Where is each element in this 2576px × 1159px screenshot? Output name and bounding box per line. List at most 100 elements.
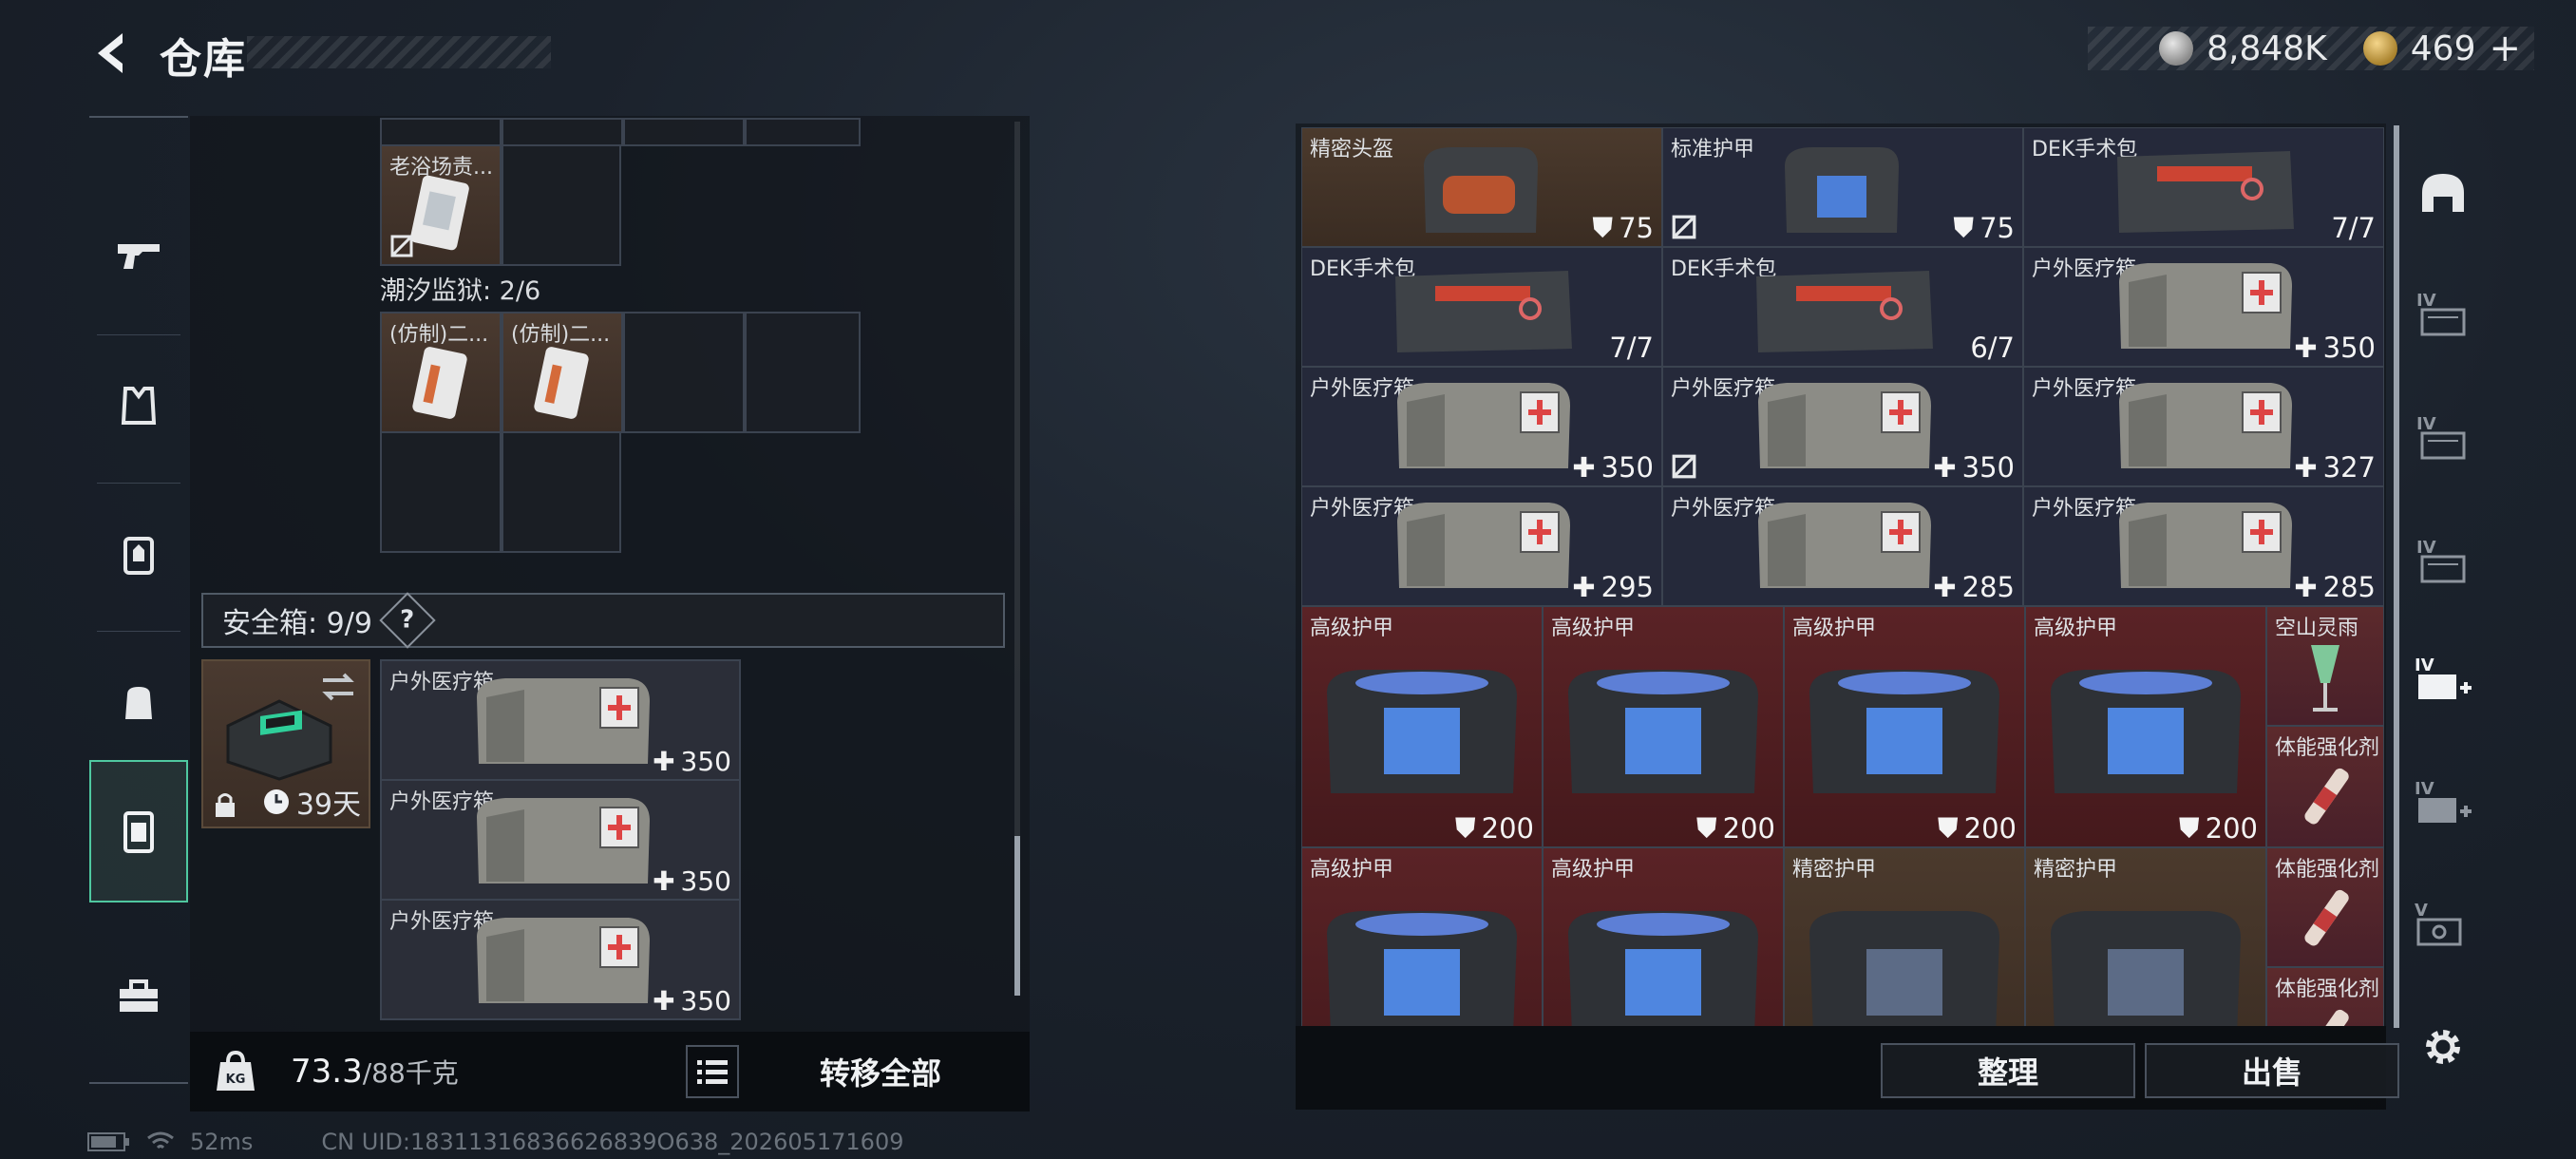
- grid-cell: [380, 118, 502, 146]
- list-view-button[interactable]: [686, 1045, 739, 1098]
- item-card[interactable]: 标准护甲 ⛊ 75: [1662, 127, 2023, 247]
- help-button[interactable]: ?: [379, 592, 436, 649]
- silver-amount: 8,848K: [2207, 28, 2327, 68]
- storage-tab-iv-add-2-icon: IV: [2415, 779, 2472, 823]
- item-card[interactable]: 体能强化剂: [2266, 726, 2384, 847]
- safe-box-icon: [123, 811, 154, 853]
- medkit-icon: [1758, 383, 1931, 468]
- nav-safe-box[interactable]: [89, 760, 188, 902]
- medkit-icon: [1397, 383, 1570, 468]
- storage-tab-iv-3-icon: IV: [2416, 538, 2466, 583]
- item-card[interactable]: 高级护甲 ⛊ 200: [1301, 606, 1543, 847]
- drink-icon: [2311, 645, 2339, 712]
- weight-readout: 73.3/88千克: [291, 1053, 459, 1091]
- tab-storage-iv-2[interactable]: IV: [2403, 390, 2483, 484]
- surgery-kit-icon: [2117, 151, 2294, 233]
- nav-chest-rig[interactable]: [89, 483, 188, 625]
- item-card[interactable]: 高级护甲 ⛊ 200: [1543, 606, 1784, 847]
- item-card[interactable]: 户外医疗箱 ✚ 285: [1662, 486, 2023, 606]
- back-button[interactable]: [87, 27, 135, 80]
- item-card[interactable]: 户外医疗箱 ✚ 350: [2023, 247, 2384, 367]
- grid-cell: [623, 312, 745, 433]
- right-scrollbar[interactable]: [2394, 125, 2399, 1028]
- item-card[interactable]: DEK手术包 6/7: [1662, 247, 2023, 367]
- medkit-icon: [477, 798, 650, 884]
- no-trade-icon: [1672, 215, 1696, 239]
- item-card[interactable]: DEK手术包 7/7: [1301, 247, 1662, 367]
- wifi-icon: [147, 1131, 174, 1150]
- page-title: 仓库: [160, 35, 247, 84]
- injector-icon: [2304, 1009, 2349, 1026]
- item-card[interactable]: 户外医疗箱 ✚ 350: [1662, 367, 2023, 486]
- heal-plus-icon: ✚: [2294, 332, 2318, 364]
- tab-storage-iv-add-2[interactable]: IV: [2403, 756, 2483, 851]
- storage-tab-v-icon: V: [2415, 901, 2462, 946]
- nav-armor[interactable]: [89, 334, 188, 477]
- transfer-all-button[interactable]: 转移全部: [760, 1043, 1001, 1100]
- item-name: 体能强化剂: [2275, 736, 2380, 760]
- item-name: 体能强化剂: [2275, 858, 2380, 882]
- left-scrollbar-thumb[interactable]: [1014, 836, 1020, 996]
- tab-storage-v[interactable]: V: [2403, 878, 2483, 973]
- nav-toolbox[interactable]: [89, 925, 188, 1068]
- item-card[interactable]: (仿制)二...: [502, 312, 623, 433]
- tab-helmet[interactable]: [2403, 146, 2483, 241]
- item-card[interactable]: 高级护甲 ⛊ 200: [2025, 606, 2266, 847]
- item-card[interactable]: 体能强化剂: [2266, 967, 2384, 1026]
- item-value: 200: [1963, 811, 2017, 845]
- medkit-icon: [2119, 263, 2292, 349]
- tab-storage-iv-add[interactable]: IV: [2403, 633, 2483, 728]
- item-name: 标准护甲: [1671, 138, 1755, 162]
- item-value: 200: [1481, 811, 1534, 845]
- user-uid: CN UID:18311316836626839O638_20260517160…: [321, 1129, 904, 1155]
- item-card[interactable]: 户外医疗箱 ✚ 295: [1301, 486, 1662, 606]
- weight-icon: KG: [209, 1045, 262, 1098]
- item-card[interactable]: (仿制)二...: [380, 312, 502, 433]
- tab-storage-iv-1[interactable]: IV: [2403, 266, 2483, 361]
- item-name: 精密护甲: [1792, 858, 1877, 882]
- item-card[interactable]: DEK手术包 7/7: [2023, 127, 2384, 247]
- swap-icon[interactable]: [319, 671, 357, 703]
- item-card[interactable]: 户外医疗箱 ✚ 350: [1301, 367, 1662, 486]
- medkit-icon: [2119, 383, 2292, 468]
- safe-item-card[interactable]: 户外医疗箱 ✚ 350: [380, 779, 741, 901]
- heal-plus-icon: ✚: [1572, 571, 1596, 603]
- svg-text:IV: IV: [2416, 538, 2436, 558]
- grid-cell: [380, 431, 502, 553]
- storage-tabs: IV IV IV IV IV V: [2403, 124, 2483, 1112]
- add-currency-button[interactable]: +: [2489, 27, 2521, 70]
- safe-item-card[interactable]: 户外医疗箱 ✚ 350: [380, 899, 741, 1020]
- item-card[interactable]: 体能强化剂: [2266, 847, 2384, 967]
- heal-plus-icon: ✚: [2294, 571, 2318, 603]
- item-card[interactable]: 高级护甲: [1301, 847, 1543, 1026]
- weight-current: 73.3: [291, 1053, 363, 1091]
- item-card[interactable]: 户外医疗箱 ✚ 285: [2023, 486, 2384, 606]
- settings-button[interactable]: [2403, 999, 2483, 1094]
- nav-backpack[interactable]: [89, 631, 188, 773]
- heal-plus-icon: ✚: [653, 985, 675, 1016]
- armor-bag-icon: [1809, 911, 1999, 1026]
- currency-bar: 8,848K 469 +: [2088, 27, 2534, 70]
- item-card[interactable]: 高级护甲: [1543, 847, 1784, 1026]
- sort-button[interactable]: 整理: [1881, 1043, 2135, 1098]
- svg-text:IV: IV: [2415, 656, 2434, 675]
- chest-rig-icon: [123, 537, 154, 575]
- item-card[interactable]: 老浴场责...: [380, 144, 502, 266]
- keycard-icon: [412, 347, 467, 419]
- item-card[interactable]: 空山灵雨: [2266, 606, 2384, 726]
- item-card[interactable]: 精密护甲: [2025, 847, 2266, 1026]
- tab-storage-iv-3[interactable]: IV: [2403, 513, 2483, 608]
- nav-weapon[interactable]: [89, 184, 188, 327]
- item-card[interactable]: 精密护甲: [1784, 847, 2025, 1026]
- armor-bag-icon: [1785, 147, 1899, 233]
- item-card[interactable]: 高级护甲 ⛊ 200: [1784, 606, 2025, 847]
- safe-box-slot[interactable]: 39天: [201, 659, 370, 828]
- safe-item-card[interactable]: 户外医疗箱 ✚ 350: [380, 659, 741, 781]
- item-card[interactable]: 精密头盔 ⛊ 75: [1301, 127, 1662, 247]
- item-card[interactable]: 户外医疗箱 ✚ 327: [2023, 367, 2384, 486]
- sell-button[interactable]: 出售: [2145, 1043, 2399, 1098]
- battery-icon: [87, 1132, 129, 1151]
- no-trade-icon: [1672, 454, 1696, 479]
- gold-amount: 469: [2410, 28, 2476, 68]
- clock-icon: [263, 789, 289, 814]
